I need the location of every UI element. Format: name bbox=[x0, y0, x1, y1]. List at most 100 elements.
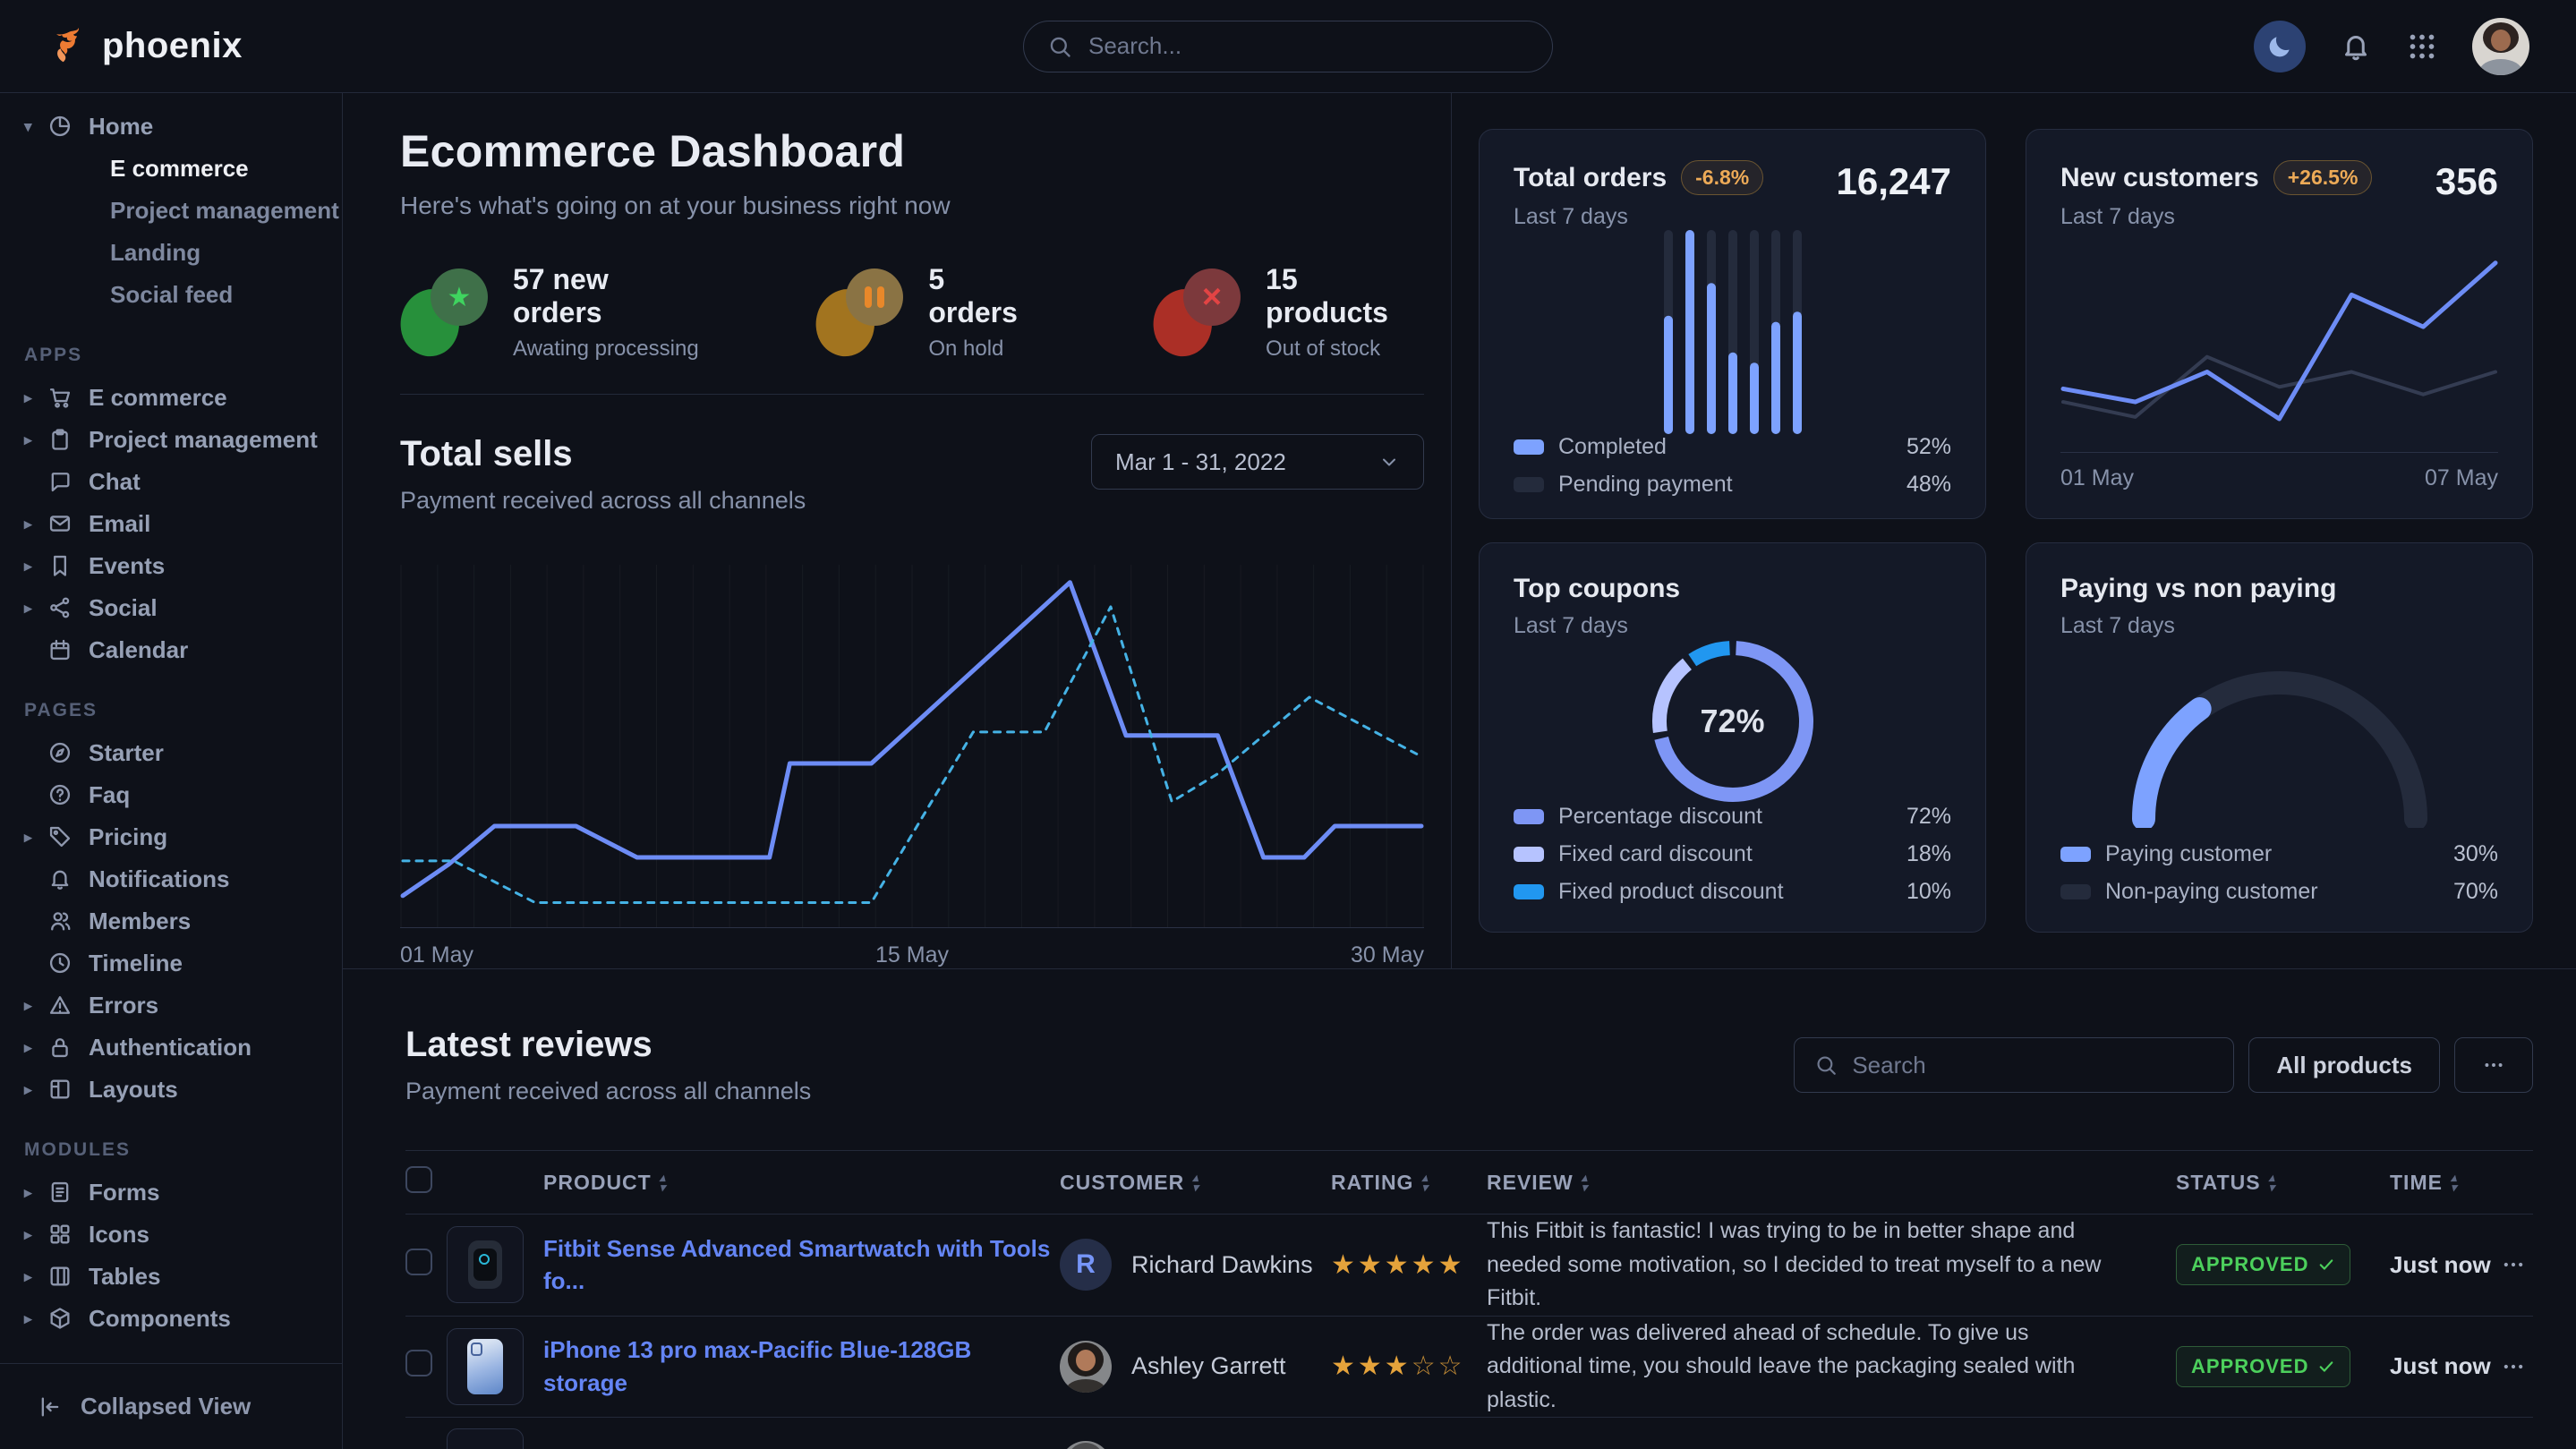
sidebar-item-label: Icons bbox=[89, 1221, 149, 1249]
sidebar-item-icons[interactable]: ▸ Icons bbox=[0, 1214, 342, 1256]
legend-value: 72% bbox=[1906, 804, 1951, 830]
sidebar-item-label: Timeline bbox=[89, 950, 183, 977]
sidebar-item-starter[interactable]: Starter bbox=[0, 732, 342, 774]
select-all-checkbox[interactable] bbox=[405, 1166, 432, 1193]
legend-value: 48% bbox=[1906, 472, 1951, 498]
sidebar-item-faq[interactable]: Faq bbox=[0, 774, 342, 816]
sidebar-item-email[interactable]: ▸Email bbox=[0, 503, 342, 545]
column-header-customer[interactable]: CUSTOMER▴▾ bbox=[1060, 1171, 1331, 1195]
sidebar-item-timeline[interactable]: Timeline bbox=[0, 942, 342, 984]
sidebar-item-label: E commerce bbox=[89, 384, 227, 412]
chevron-down-icon bbox=[1378, 451, 1400, 473]
sidebar-item-members[interactable]: Members bbox=[0, 900, 342, 942]
sidebar-item-label: Faq bbox=[89, 781, 130, 809]
sidebar-item-project-management[interactable]: Project management bbox=[0, 190, 342, 232]
row-checkbox[interactable] bbox=[405, 1249, 432, 1275]
sidebar-item-pricing[interactable]: ▸Pricing bbox=[0, 816, 342, 858]
product-thumbnail[interactable] bbox=[447, 1226, 524, 1303]
all-products-button[interactable]: All products bbox=[2248, 1037, 2440, 1093]
notifications-button[interactable] bbox=[2340, 30, 2372, 63]
forms-icon bbox=[47, 1180, 74, 1206]
legend-value: 10% bbox=[1906, 879, 1951, 905]
ellipsis-icon bbox=[2482, 1053, 2505, 1077]
sidebar-item-social[interactable]: ▸Social bbox=[0, 587, 342, 629]
sidebar-item-layouts[interactable]: ▸Layouts bbox=[0, 1069, 342, 1111]
product-thumbnail[interactable] bbox=[447, 1328, 524, 1405]
legend-label: Percentage discount bbox=[1558, 804, 1762, 830]
status-badge: APPROVED bbox=[2176, 1346, 2350, 1387]
table-row bbox=[405, 1418, 2533, 1449]
phoenix-logo-icon bbox=[47, 26, 88, 67]
row-menu-button[interactable] bbox=[2501, 1252, 2526, 1277]
date-range-select[interactable]: Mar 1 - 31, 2022 bbox=[1091, 434, 1424, 490]
row-checkbox[interactable] bbox=[405, 1350, 432, 1377]
product-link[interactable]: iPhone 13 pro max-Pacific Blue-128GB sto… bbox=[543, 1336, 971, 1395]
sidebar-item-errors[interactable]: ▸Errors bbox=[0, 984, 342, 1027]
caret-icon: ▸ bbox=[24, 1039, 47, 1057]
apps-grid-button[interactable] bbox=[2406, 30, 2438, 63]
sidebar-item-events[interactable]: ▸Events bbox=[0, 545, 342, 587]
latest-reviews-section: Latest reviews Payment received across a… bbox=[343, 969, 2576, 1449]
product-thumbnail[interactable] bbox=[447, 1428, 524, 1449]
sidebar-item-notifications[interactable]: Notifications bbox=[0, 858, 342, 900]
sidebar-item-forms[interactable]: ▸Forms bbox=[0, 1172, 342, 1214]
paying-legend: Paying customer30%Non-paying customer70% bbox=[2060, 841, 2498, 905]
project-management-icon bbox=[47, 427, 74, 454]
legend-value: 18% bbox=[1906, 841, 1951, 867]
table-row: iPhone 13 pro max-Pacific Blue-128GB sto… bbox=[405, 1317, 2533, 1419]
new-customers-line-chart bbox=[2060, 243, 2498, 445]
caret-icon: ▾ bbox=[24, 118, 47, 136]
sidebar-item-social-feed[interactable]: Social feed bbox=[0, 274, 342, 316]
column-header-rating[interactable]: RATING▴▾ bbox=[1331, 1171, 1487, 1195]
sidebar-item-tables[interactable]: ▸Tables bbox=[0, 1256, 342, 1298]
row-menu-button[interactable] bbox=[2501, 1354, 2526, 1379]
caret-icon: ▸ bbox=[24, 829, 47, 847]
legend-row: Paying customer30% bbox=[2060, 841, 2498, 867]
dashboard-right-column: Total orders -6.8% Last 7 days 16,247 Co… bbox=[1452, 93, 2576, 968]
sort-icon: ▴▾ bbox=[2269, 1172, 2276, 1192]
sort-icon: ▴▾ bbox=[1582, 1172, 1589, 1192]
sidebar-item-calendar[interactable]: Calendar bbox=[0, 629, 342, 671]
column-header-product[interactable]: PRODUCT▴▾ bbox=[543, 1171, 1060, 1195]
sidebar-item-landing[interactable]: Landing bbox=[0, 232, 342, 274]
e-commerce-icon bbox=[47, 385, 74, 412]
card-title: Top coupons bbox=[1514, 574, 1680, 603]
coupons-donut-value: 72% bbox=[1700, 703, 1764, 740]
user-avatar[interactable] bbox=[2472, 18, 2529, 75]
card-title: Total orders bbox=[1514, 163, 1667, 193]
navbar-search-input[interactable] bbox=[1088, 32, 1529, 60]
legend-label: Non-paying customer bbox=[2105, 879, 2318, 905]
theme-toggle-button[interactable] bbox=[2254, 21, 2306, 72]
column-header-status[interactable]: STATUS▴▾ bbox=[2176, 1171, 2390, 1195]
caret-icon: ▸ bbox=[24, 1226, 47, 1244]
caret-icon: ▸ bbox=[24, 1268, 47, 1286]
review-text: The order was delivered ahead of schedul… bbox=[1487, 1317, 2176, 1418]
customer-avatar bbox=[1060, 1441, 1112, 1449]
legend-row: Fixed card discount18% bbox=[1514, 841, 1951, 867]
sidebar-item-authentication[interactable]: ▸Authentication bbox=[0, 1027, 342, 1069]
sidebar-item-chat[interactable]: Chat bbox=[0, 461, 342, 503]
legend-label: Pending payment bbox=[1558, 472, 1733, 498]
reviews-search[interactable] bbox=[1794, 1037, 2234, 1093]
sidebar-item-e-commerce[interactable]: E commerce bbox=[0, 148, 342, 190]
sort-icon: ▴▾ bbox=[1421, 1172, 1429, 1192]
moon-icon bbox=[2266, 33, 2293, 60]
legend-label: Paying customer bbox=[2105, 841, 2272, 867]
legend-swatch bbox=[1514, 847, 1544, 862]
column-header-time[interactable]: TIME▴▾ bbox=[2390, 1171, 2533, 1195]
stat-value: 15 products bbox=[1266, 263, 1424, 329]
sidebar-item-components[interactable]: ▸Components bbox=[0, 1298, 342, 1340]
brand[interactable]: phoenix bbox=[47, 26, 243, 67]
sidebar-item-label: Errors bbox=[89, 992, 158, 1019]
sidebar-item-project-management[interactable]: ▸Project management bbox=[0, 419, 342, 461]
collapsed-view-toggle[interactable]: Collapsed View bbox=[0, 1363, 342, 1449]
reviews-search-input[interactable] bbox=[1852, 1052, 2213, 1079]
sidebar-item-e-commerce[interactable]: ▸E commerce bbox=[0, 377, 342, 419]
search-icon bbox=[1047, 34, 1072, 59]
column-header-review[interactable]: REVIEW▴▾ bbox=[1487, 1171, 2176, 1195]
product-link[interactable]: Fitbit Sense Advanced Smartwatch with To… bbox=[543, 1235, 1050, 1294]
navbar-search[interactable] bbox=[1023, 21, 1553, 72]
sidebar-item-label: Home bbox=[89, 113, 153, 141]
sidebar-item-home[interactable]: ▾ Home bbox=[0, 106, 342, 148]
reviews-menu-button[interactable] bbox=[2454, 1037, 2533, 1093]
